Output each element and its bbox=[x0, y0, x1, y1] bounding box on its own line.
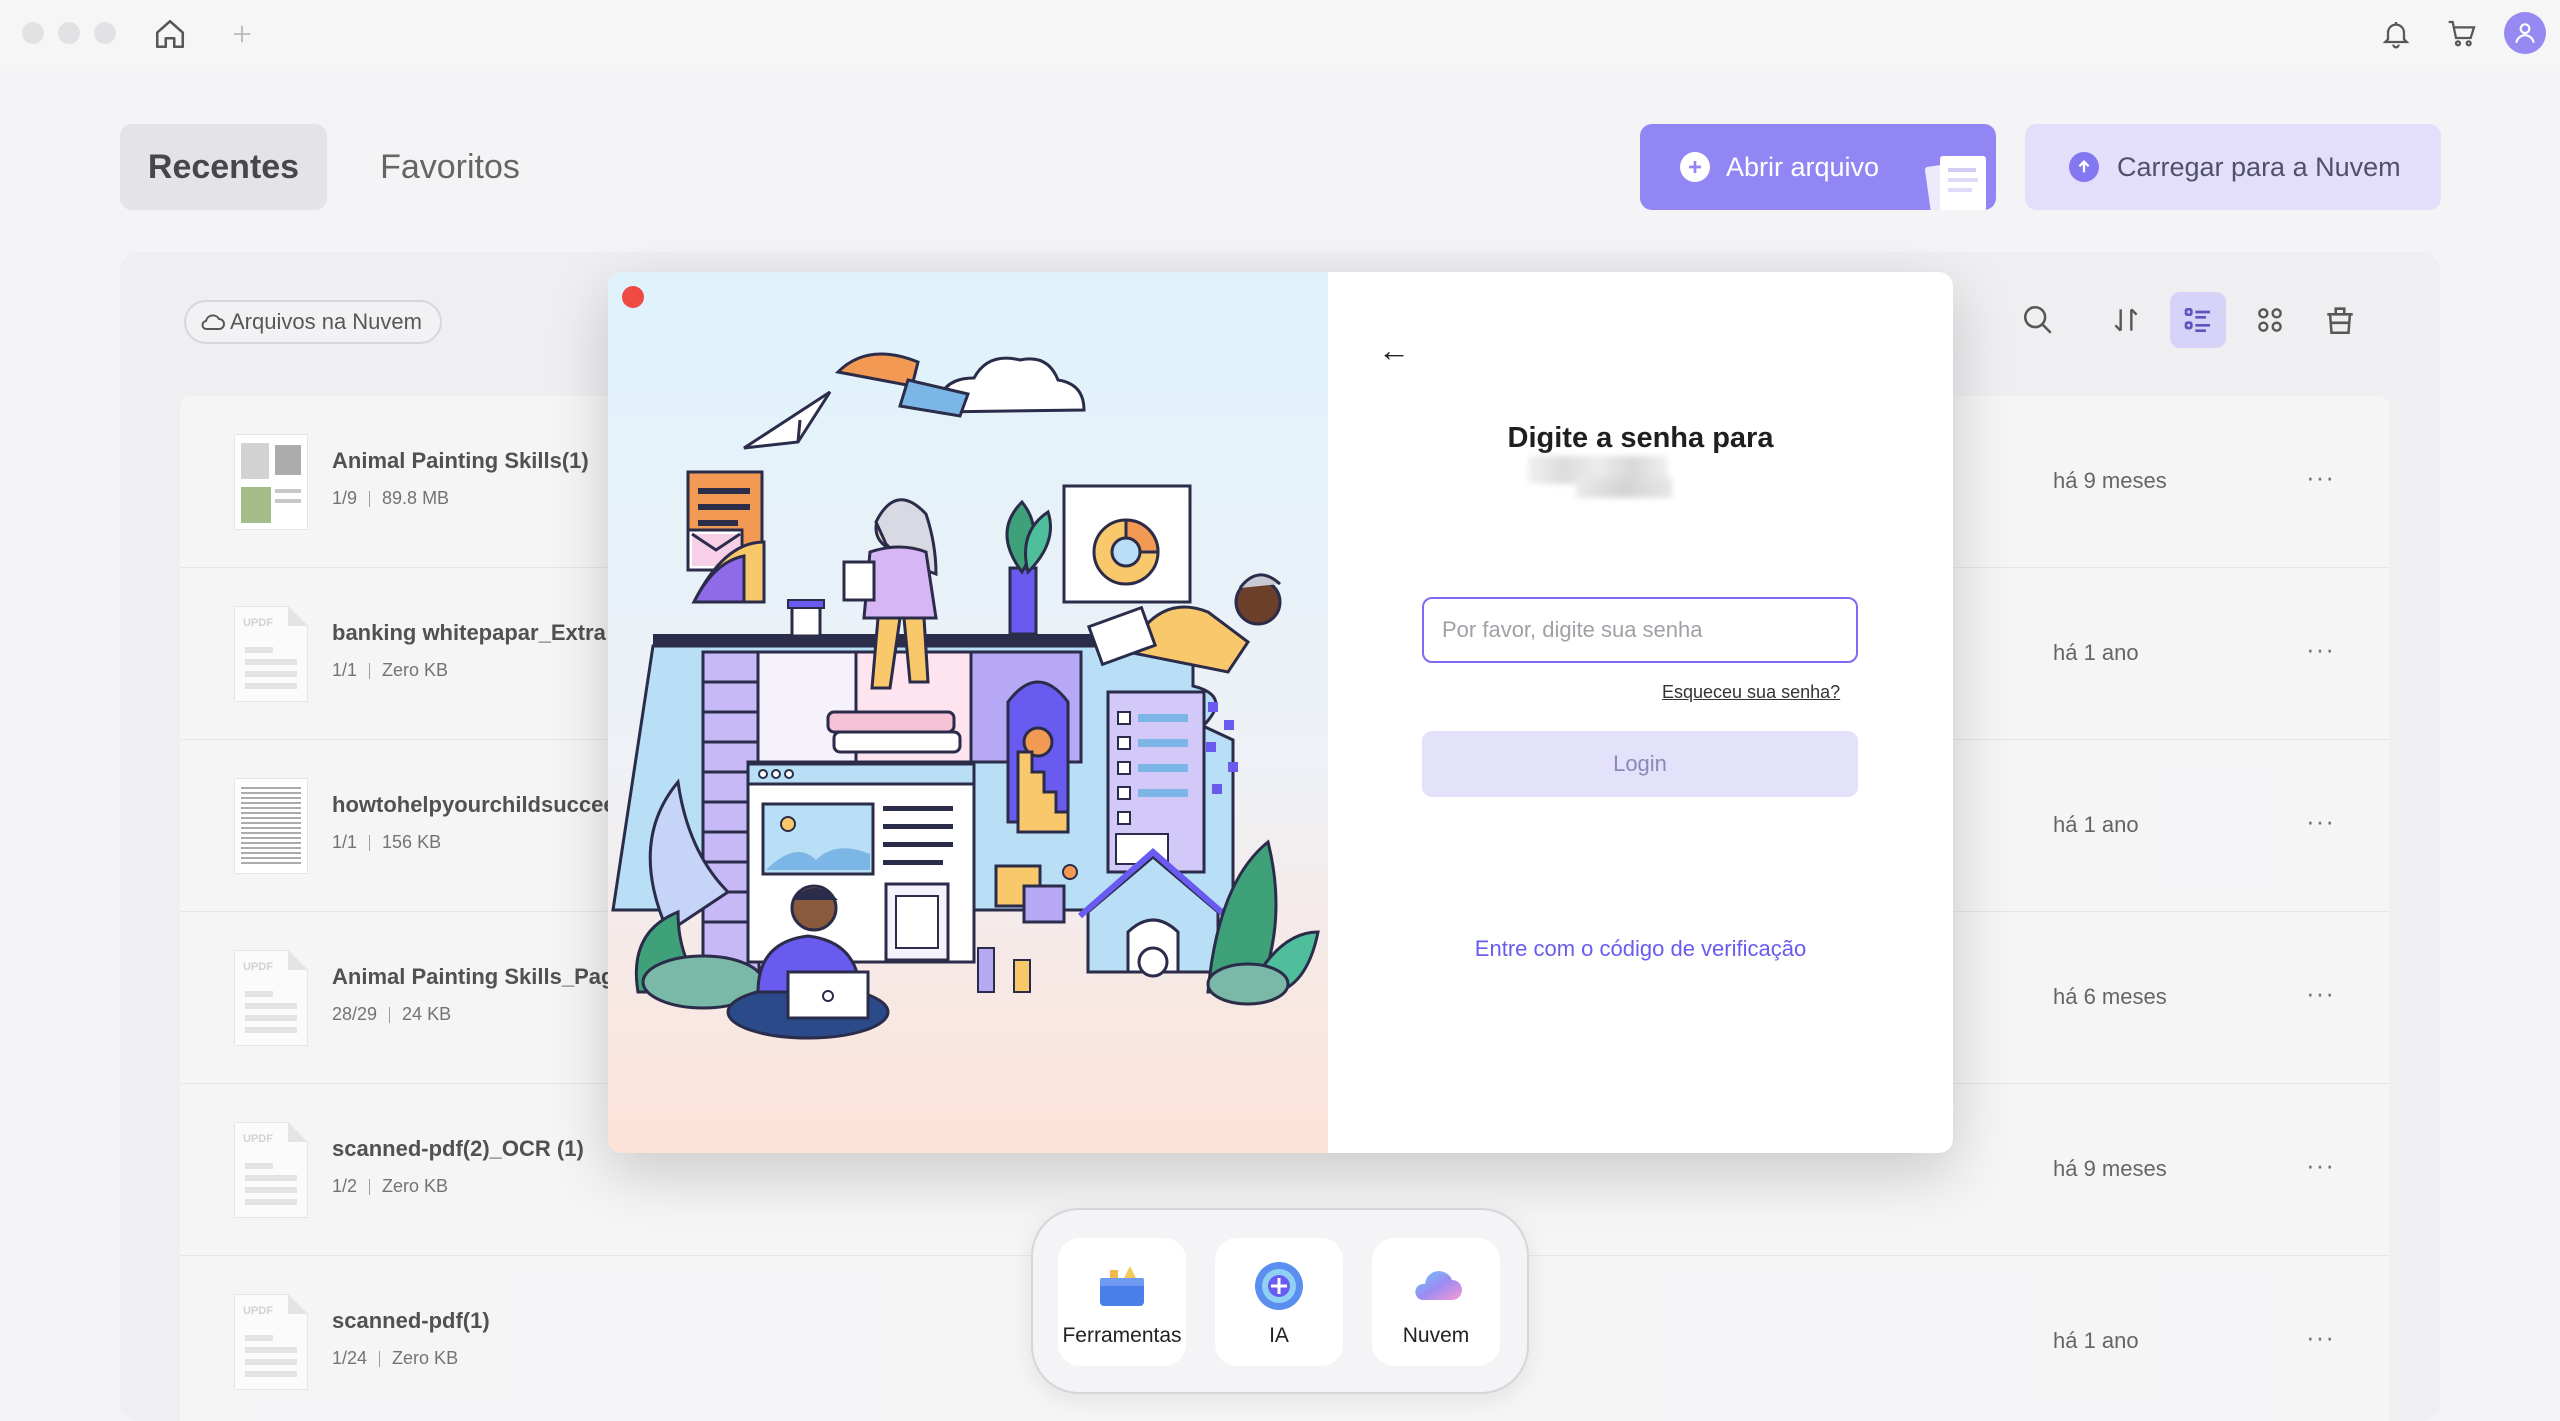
redacted-email-line bbox=[1576, 478, 1672, 498]
dialog-title: Digite a senha para bbox=[1507, 422, 1774, 454]
dialog-close-button[interactable] bbox=[622, 286, 644, 308]
back-arrow-icon[interactable]: ← bbox=[1378, 332, 1410, 369]
cloud-icon bbox=[1415, 1271, 1462, 1300]
ai-assistant-icon bbox=[1255, 1262, 1303, 1310]
dock-cloud-label: Nuvem bbox=[1402, 1324, 1470, 1347]
bottom-dock: Ferramentas IA Nuvem bbox=[1031, 1208, 1529, 1394]
dock-ai-button[interactable]: IA bbox=[1215, 1238, 1343, 1366]
dock-cloud-button[interactable]: Nuvem bbox=[1372, 1238, 1500, 1366]
workspace-illustration bbox=[611, 352, 1320, 1040]
dock-tools-button[interactable]: Ferramentas bbox=[1058, 1238, 1186, 1366]
dock-tools-label: Ferramentas bbox=[1062, 1324, 1182, 1347]
dock-ai-label: IA bbox=[1269, 1324, 1289, 1347]
forgot-password-link[interactable]: Esqueceu sua senha? bbox=[1662, 682, 1840, 703]
password-input[interactable] bbox=[1422, 597, 1858, 663]
toolbox-icon bbox=[1100, 1266, 1144, 1306]
verification-code-link[interactable]: Entre com o código de verificação bbox=[1328, 936, 1953, 962]
illustration-panel bbox=[608, 272, 1328, 1153]
password-dialog: ← Digite a senha para Esqueceu sua senha… bbox=[608, 272, 1953, 1153]
login-button[interactable]: Login bbox=[1422, 731, 1858, 797]
